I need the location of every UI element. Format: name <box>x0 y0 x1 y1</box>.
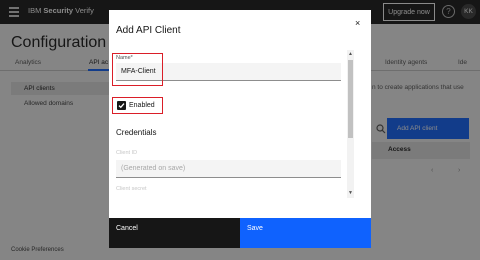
client-id-label: Client ID <box>116 150 138 156</box>
client-secret-label: Client secret <box>116 186 147 192</box>
enabled-highlight-box <box>112 97 163 114</box>
modal-title: Add API Client <box>116 25 181 36</box>
modal-footer: Cancel Save <box>109 218 371 248</box>
add-api-client-modal: Add API Client × Name* MFA-Client Enable… <box>109 10 371 248</box>
close-icon[interactable]: × <box>355 18 360 28</box>
name-highlight-box <box>112 53 163 86</box>
scroll-down-arrow-icon[interactable]: ▼ <box>347 189 354 198</box>
client-id-field: (Generated on save) <box>116 160 341 178</box>
cancel-button[interactable]: Cancel <box>109 218 240 248</box>
scroll-up-arrow-icon[interactable]: ▲ <box>347 50 354 58</box>
save-button[interactable]: Save <box>240 218 371 248</box>
modal-scrollbar[interactable]: ▲ ▼ <box>347 50 354 198</box>
scrollbar-thumb[interactable] <box>348 60 353 138</box>
modal-body[interactable]: Name* MFA-Client Enabled Credentials Cli… <box>109 50 371 198</box>
credentials-heading: Credentials <box>116 128 157 137</box>
